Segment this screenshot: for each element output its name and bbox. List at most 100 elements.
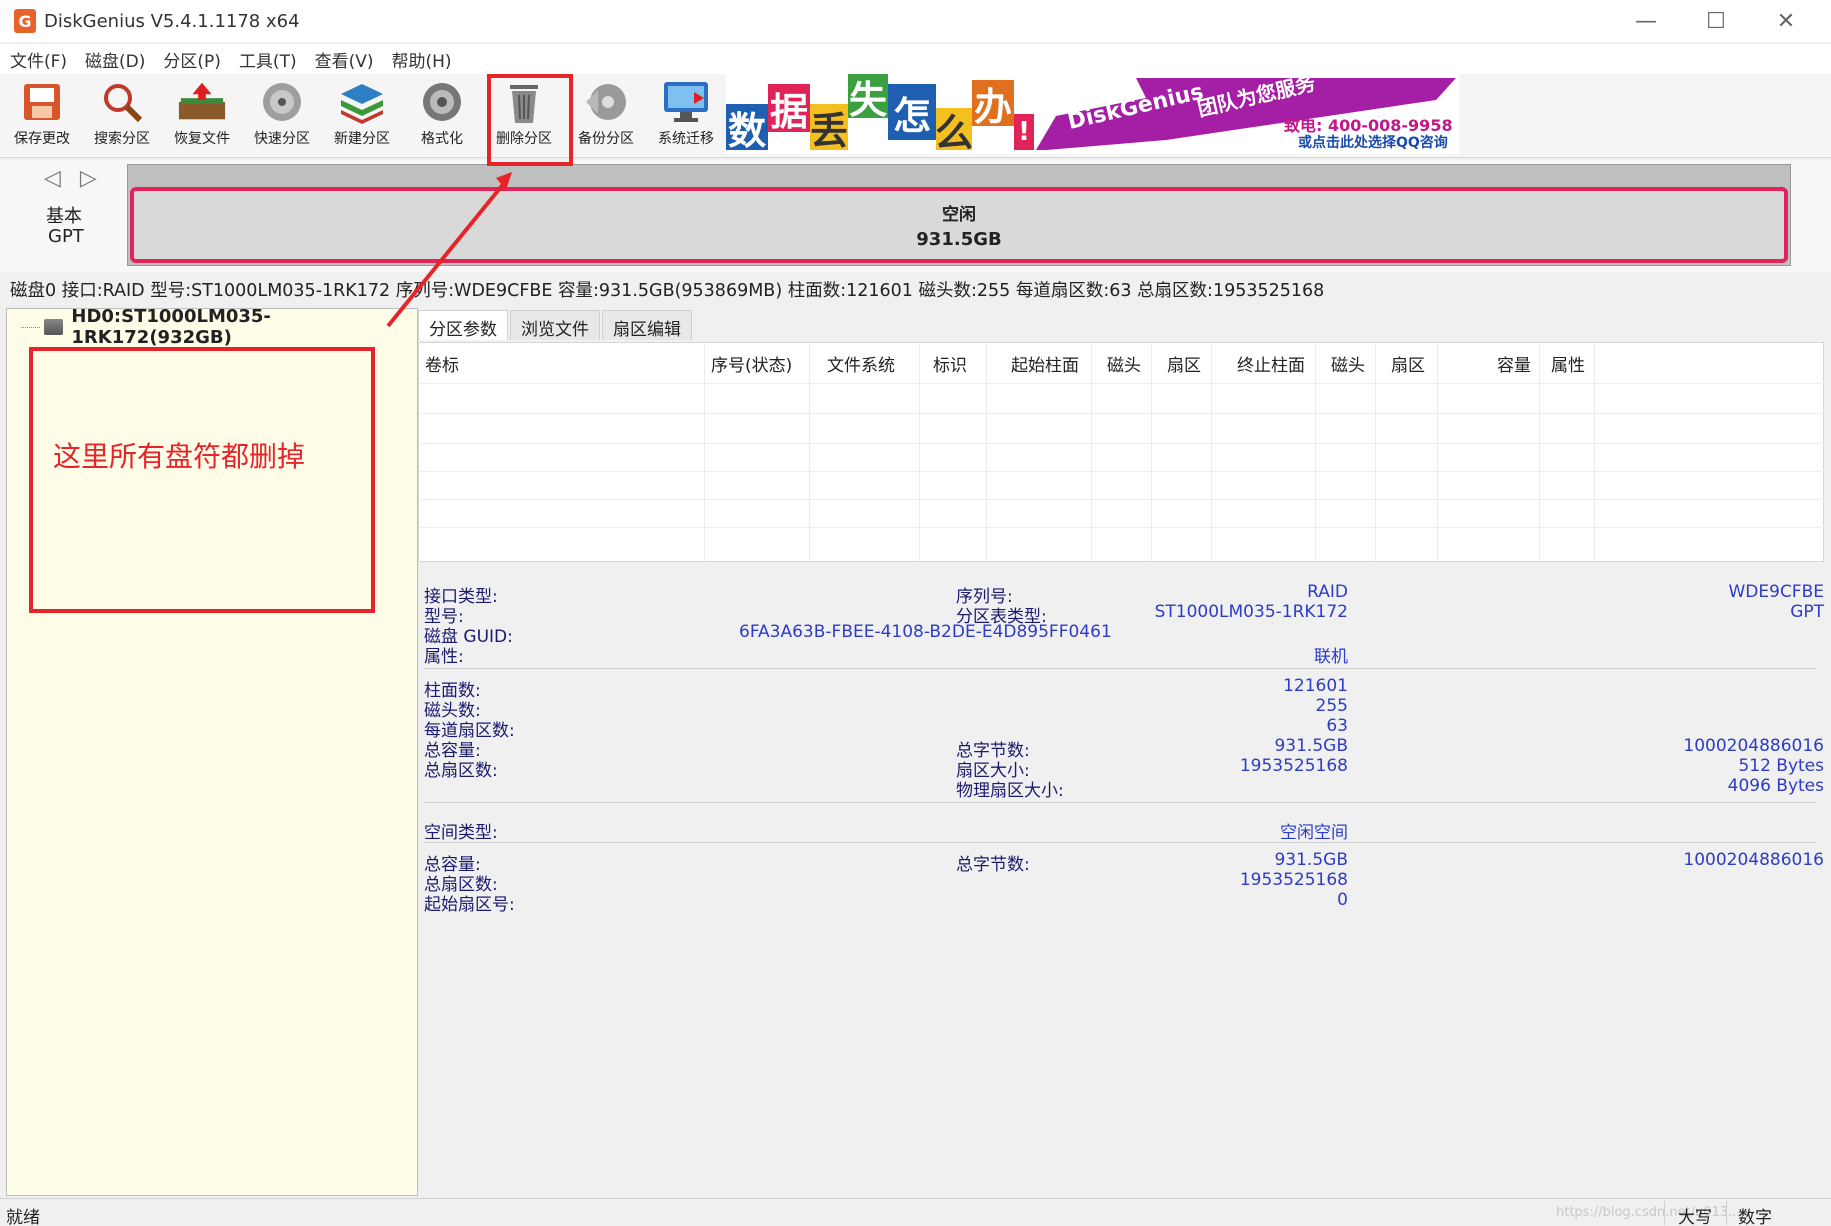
prop-value: 空闲空间 bbox=[1280, 823, 1348, 843]
close-button[interactable]: ✕ bbox=[1751, 0, 1821, 42]
col-header-end-cyl[interactable]: 终止柱面 bbox=[1237, 351, 1305, 376]
prop-value: RAID bbox=[1307, 582, 1348, 602]
system-migrate-button[interactable]: 系统迁移 bbox=[648, 78, 724, 154]
table-row bbox=[419, 499, 1825, 500]
menu-view[interactable]: 查看(V) bbox=[315, 47, 374, 72]
table-row bbox=[419, 471, 1825, 472]
window-title: DiskGenius V5.4.1.1178 x64 bbox=[44, 10, 300, 32]
prop-value: 255 bbox=[1315, 696, 1348, 716]
col-header-index[interactable]: 序号(状态) bbox=[711, 351, 792, 376]
maximize-button[interactable]: ☐ bbox=[1681, 0, 1751, 42]
col-divider bbox=[704, 343, 705, 563]
disk-type-gpt: GPT bbox=[48, 226, 84, 247]
hard-disk-icon bbox=[44, 319, 64, 335]
caps-lock-indicator: 大写 bbox=[1678, 1208, 1712, 1226]
banner-tile: 么 bbox=[935, 108, 973, 154]
migrate-icon bbox=[661, 78, 711, 126]
new-partition-icon bbox=[337, 78, 387, 126]
search-icon bbox=[97, 78, 147, 126]
disk-type-basic: 基本 bbox=[46, 206, 82, 227]
menu-help[interactable]: 帮助(H) bbox=[392, 47, 452, 72]
recover-icon bbox=[177, 78, 227, 126]
highlight-delete-partition bbox=[487, 74, 573, 166]
menu-disk[interactable]: 磁盘(D) bbox=[85, 47, 145, 72]
col-header-filesystem[interactable]: 文件系统 bbox=[827, 351, 895, 376]
col-header-attributes[interactable]: 属性 bbox=[1551, 351, 1585, 376]
format-label: 格式化 bbox=[421, 131, 463, 147]
banner-qq-link[interactable]: 或点击此处选择QQ咨询 bbox=[1298, 132, 1448, 152]
prop-value: ST1000LM035-1RK172 bbox=[1154, 602, 1348, 622]
prop-label: 总扇区数: bbox=[424, 761, 498, 781]
prop-value: 1000204886016 bbox=[1683, 736, 1824, 756]
tree-item-label: HD0:ST1000LM035-1RK172(932GB) bbox=[71, 306, 271, 348]
save-changes-button[interactable]: 保存更改 bbox=[4, 78, 80, 154]
banner-tile: 据 bbox=[768, 84, 810, 134]
search-partition-button[interactable]: 搜索分区 bbox=[84, 78, 160, 154]
prop-label: 空间类型: bbox=[424, 823, 498, 843]
app-logo-icon: G bbox=[14, 9, 36, 33]
col-divider bbox=[1539, 343, 1540, 563]
new-partition-button[interactable]: 新建分区 bbox=[324, 78, 400, 154]
col-header-volume[interactable]: 卷标 bbox=[425, 351, 459, 376]
prop-value: 512 Bytes bbox=[1738, 756, 1824, 776]
banner-tile: 丢 bbox=[810, 104, 848, 153]
recover-files-button[interactable]: 恢复文件 bbox=[164, 78, 240, 154]
banner-tile: 怎 bbox=[888, 84, 936, 140]
save-icon bbox=[17, 78, 67, 126]
prop-value: 联机 bbox=[1314, 647, 1348, 667]
col-header-id[interactable]: 标识 bbox=[933, 351, 967, 376]
col-header-start-sector[interactable]: 扇区 bbox=[1167, 351, 1201, 376]
tree-connector bbox=[21, 326, 41, 328]
annotation-box bbox=[29, 347, 375, 613]
tree-item-hd0[interactable]: HD0:ST1000LM035-1RK172(932GB) bbox=[21, 306, 417, 348]
menu-partition[interactable]: 分区(P) bbox=[163, 47, 221, 72]
prop-label: 物理扇区大小: bbox=[956, 781, 1064, 801]
disk-map[interactable]: 空闲 931.5GB bbox=[127, 164, 1791, 266]
prop-label: 起始扇区号: bbox=[424, 895, 515, 915]
menu-file[interactable]: 文件(F) bbox=[10, 47, 67, 72]
num-lock-indicator: 数字 bbox=[1738, 1208, 1772, 1226]
col-divider bbox=[1151, 343, 1152, 563]
col-header-start-head[interactable]: 磁头 bbox=[1107, 351, 1141, 376]
status-bar: 就绪 https://blog.csdn.net/u013... 大写 数字 bbox=[0, 1198, 1831, 1226]
partition-table[interactable]: 卷标 序号(状态) 文件系统 标识 起始柱面 磁头 扇区 终止柱面 磁头 扇区 … bbox=[418, 342, 1825, 563]
status-divider bbox=[1726, 1201, 1727, 1225]
format-button[interactable]: 格式化 bbox=[404, 78, 480, 154]
col-divider bbox=[1211, 343, 1212, 563]
banner-tile: 数 bbox=[726, 104, 768, 153]
disk-info-strip: 磁盘0 接口:RAID 型号:ST1000LM035-1RK172 序列号:WD… bbox=[0, 274, 1831, 304]
free-space-block[interactable]: 空闲 931.5GB bbox=[130, 187, 1788, 263]
minimize-button[interactable]: — bbox=[1611, 0, 1681, 42]
col-divider bbox=[1315, 343, 1316, 563]
quick-partition-button[interactable]: 快速分区 bbox=[244, 78, 320, 154]
tab-sector-edit[interactable]: 扇区编辑 bbox=[602, 310, 692, 340]
col-header-end-sector[interactable]: 扇区 bbox=[1391, 351, 1425, 376]
tab-partition-params[interactable]: 分区参数 bbox=[418, 310, 508, 340]
prop-label: 属性: bbox=[424, 647, 464, 667]
divider bbox=[424, 802, 1816, 803]
format-icon bbox=[417, 78, 467, 126]
free-space-name: 空闲 bbox=[942, 205, 976, 225]
banner-tile: ! bbox=[1014, 114, 1034, 150]
col-header-start-cyl[interactable]: 起始柱面 bbox=[1011, 351, 1079, 376]
banner-tile: 办 bbox=[972, 80, 1014, 129]
col-divider bbox=[1375, 343, 1376, 563]
ad-banner[interactable]: 数 据 丢 失 怎 么 办 ! DiskGenius 团队为您服务 致电: 40… bbox=[726, 74, 1459, 154]
col-header-capacity[interactable]: 容量 bbox=[1497, 351, 1531, 376]
prop-value: 0 bbox=[1337, 890, 1348, 910]
prop-label: 总字节数: bbox=[956, 855, 1030, 875]
prop-value: GPT bbox=[1790, 602, 1824, 622]
menu-tools[interactable]: 工具(T) bbox=[239, 47, 297, 72]
disk-nav-arrows-icon[interactable]: ◁ ▷ bbox=[44, 166, 103, 191]
prop-value: 63 bbox=[1326, 716, 1348, 736]
prop-value: 6FA3A63B-FBEE-4108-B2DE-E4D895FF0461 bbox=[739, 622, 1112, 642]
col-divider bbox=[986, 343, 987, 563]
col-header-end-head[interactable]: 磁头 bbox=[1331, 351, 1365, 376]
col-divider bbox=[919, 343, 920, 563]
disk-tree-panel: HD0:ST1000LM035-1RK172(932GB) 这里所有盘符都删掉 bbox=[6, 306, 418, 1196]
table-row bbox=[419, 527, 1825, 528]
backup-partition-button[interactable]: 备份分区 bbox=[568, 78, 644, 154]
tab-browse-files[interactable]: 浏览文件 bbox=[510, 310, 600, 340]
col-divider bbox=[1437, 343, 1438, 563]
save-changes-label: 保存更改 bbox=[14, 131, 70, 147]
